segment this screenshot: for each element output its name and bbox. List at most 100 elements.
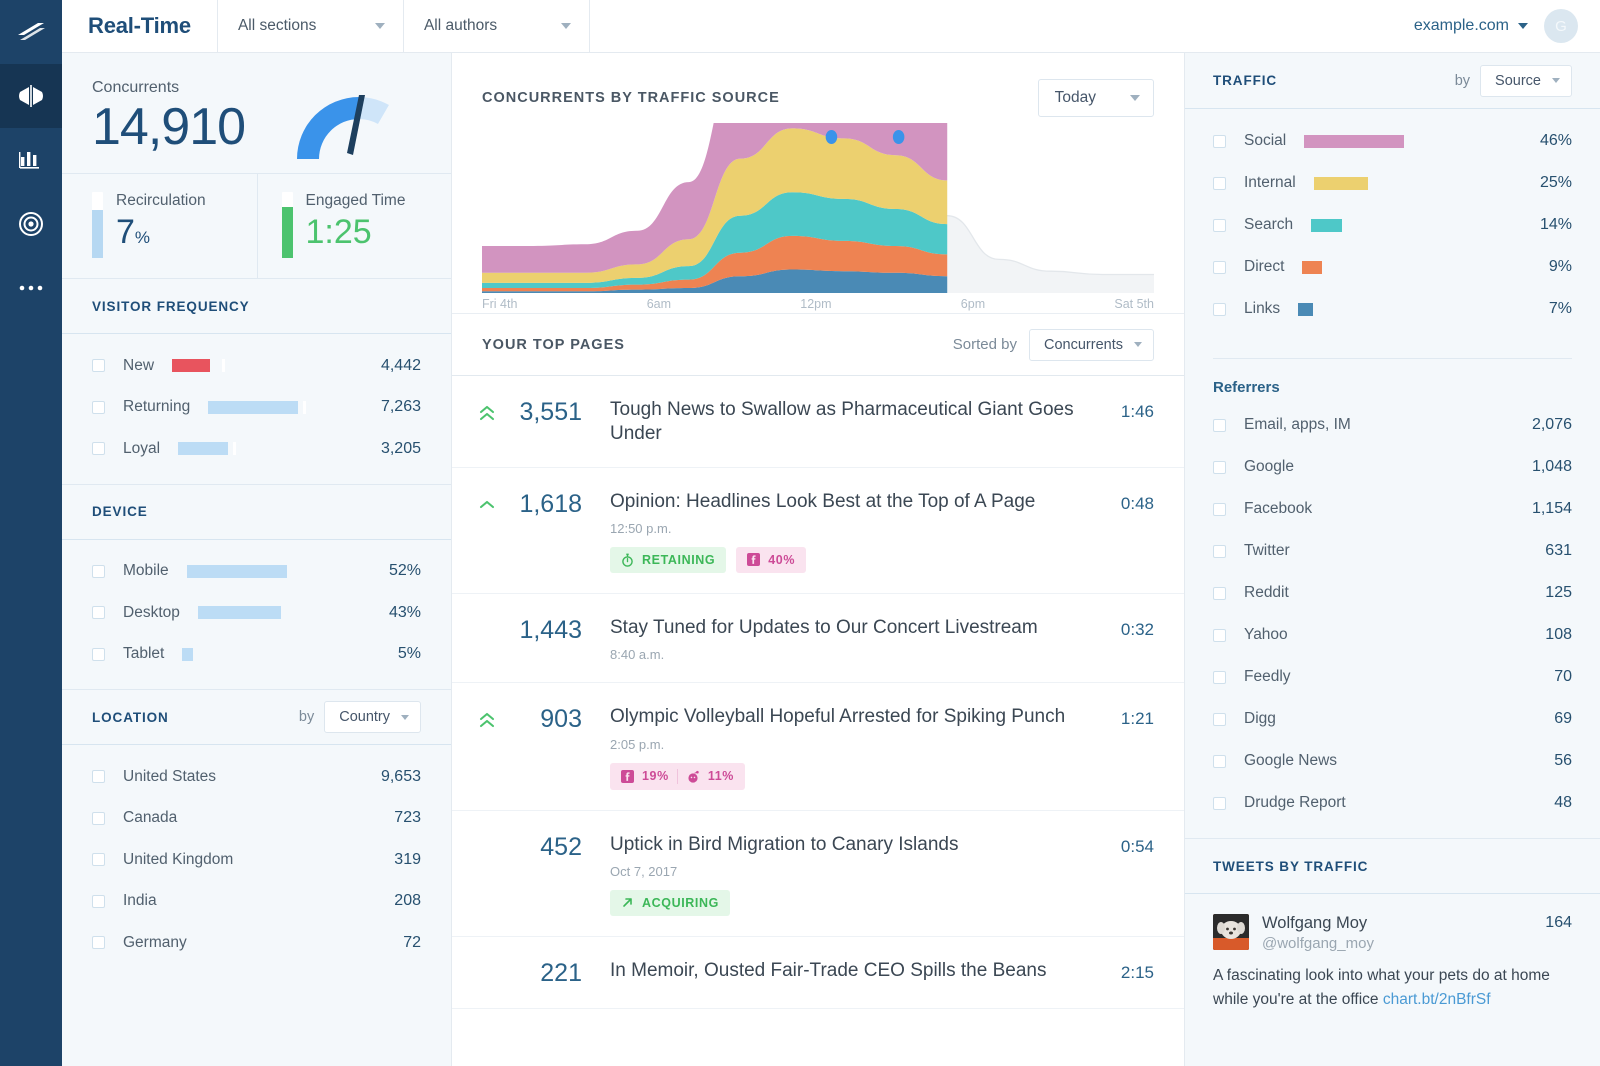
- row-checkbox[interactable]: [1213, 502, 1226, 516]
- referrer-row[interactable]: Drudge Report 48: [1185, 782, 1600, 824]
- right-sidebar: TRAFFIC by Source Social 46% Internal 25…: [1185, 53, 1600, 1066]
- row-checkbox[interactable]: [1213, 628, 1226, 642]
- row-checkbox[interactable]: [92, 400, 105, 414]
- row-checkbox[interactable]: [92, 564, 105, 578]
- row-checkbox[interactable]: [1213, 586, 1226, 600]
- referrer-row[interactable]: Facebook 1,154: [1185, 488, 1600, 530]
- concurrents-panel: Concurrents 14,910: [62, 53, 451, 173]
- row-checkbox[interactable]: [92, 442, 105, 456]
- location-row[interactable]: Germany 72: [62, 922, 451, 964]
- row-checkbox[interactable]: [1213, 302, 1226, 316]
- sections-filter-dropdown[interactable]: All sections: [218, 0, 404, 52]
- referrer-row[interactable]: Yahoo 108: [1185, 614, 1600, 656]
- row-label: Mobile: [123, 562, 169, 580]
- table-row[interactable]: 3,551 Tough News to Swallow as Pharmaceu…: [452, 376, 1184, 468]
- page-title-link[interactable]: Uptick in Bird Migration to Canary Islan…: [610, 833, 1103, 857]
- domain-switcher[interactable]: example.com: [1414, 17, 1528, 35]
- tweet-link[interactable]: chart.bt/2nBfrSf: [1383, 991, 1491, 1008]
- recirculation-bar: [92, 192, 103, 258]
- sort-dropdown[interactable]: Concurrents: [1029, 328, 1154, 361]
- referrer-row[interactable]: Reddit 125: [1185, 572, 1600, 614]
- row-label: Feedly: [1244, 668, 1291, 685]
- goals-icon[interactable]: [0, 192, 62, 256]
- location-row[interactable]: India 208: [62, 881, 451, 923]
- referrers-title: Referrers: [1213, 379, 1280, 396]
- row-checkbox[interactable]: [1213, 544, 1226, 558]
- referrer-row[interactable]: Google News 56: [1185, 740, 1600, 782]
- row-checkbox[interactable]: [1213, 418, 1226, 432]
- page-title-link[interactable]: In Memoir, Ousted Fair-Trade CEO Spills …: [610, 959, 1103, 983]
- row-checkbox[interactable]: [1213, 260, 1226, 274]
- more-icon[interactable]: [0, 256, 62, 320]
- visitor-frequency-row[interactable]: Loyal 3,205: [62, 428, 451, 470]
- chart-x-axis: Fri 4th 6am 12pm 6pm Sat 5th: [482, 293, 1154, 311]
- visitor-frequency-row[interactable]: Returning 7,263: [62, 387, 451, 429]
- traffic-row[interactable]: Search 14%: [1185, 204, 1600, 246]
- referrer-row[interactable]: Feedly 70: [1185, 656, 1600, 698]
- table-row[interactable]: 903 Olympic Volleyball Hopeful Arrested …: [452, 683, 1184, 811]
- row-checkbox[interactable]: [92, 811, 105, 825]
- badge-label: ACQUIRING: [642, 895, 719, 910]
- location-row[interactable]: Canada 723: [62, 798, 451, 840]
- device-row[interactable]: Desktop 43%: [62, 592, 451, 634]
- referrer-row[interactable]: Google 1,048: [1185, 446, 1600, 488]
- traffic-row[interactable]: Social 46%: [1185, 120, 1600, 162]
- row-checkbox[interactable]: [1213, 796, 1226, 810]
- row-checkbox[interactable]: [1213, 670, 1226, 684]
- row-label: Returning: [123, 398, 191, 416]
- list-item[interactable]: Wolfgang Moy @wolfgang_moy 164 A fascina…: [1185, 894, 1600, 1011]
- row-checkbox[interactable]: [1213, 134, 1226, 148]
- visitor-frequency-row[interactable]: New 4,442: [62, 345, 451, 387]
- table-row[interactable]: 221 In Memoir, Ousted Fair-Trade CEO Spi…: [452, 937, 1184, 1009]
- row-checkbox[interactable]: [92, 936, 105, 950]
- referrer-row[interactable]: Email, apps, IM 2,076: [1185, 404, 1600, 446]
- x-tick-label: Fri 4th: [482, 297, 518, 311]
- page-title-link[interactable]: Olympic Volleyball Hopeful Arrested for …: [610, 705, 1103, 729]
- row-checkbox[interactable]: [92, 853, 105, 867]
- traffic-row[interactable]: Links 7%: [1185, 288, 1600, 330]
- avatar[interactable]: G: [1544, 9, 1578, 43]
- location-row[interactable]: United States 9,653: [62, 756, 451, 798]
- row-bar: [180, 606, 359, 620]
- table-row[interactable]: 1,443 Stay Tuned for Updates to Our Conc…: [452, 594, 1184, 684]
- page-title-link[interactable]: Tough News to Swallow as Pharmaceutical …: [610, 398, 1103, 447]
- row-label: Email, apps, IM: [1244, 416, 1351, 433]
- row-checkbox[interactable]: [1213, 460, 1226, 474]
- authors-filter-dropdown[interactable]: All authors: [404, 0, 590, 52]
- traffic-header: TRAFFIC by Source: [1185, 53, 1600, 109]
- row-label: United States: [123, 767, 217, 785]
- chart-range-dropdown[interactable]: Today: [1037, 79, 1154, 117]
- row-checkbox[interactable]: [92, 770, 105, 784]
- row-checkbox[interactable]: [92, 359, 105, 373]
- logo-icon[interactable]: [0, 0, 62, 64]
- traffic-row[interactable]: Internal 25%: [1185, 162, 1600, 204]
- traffic-by-dropdown[interactable]: Source: [1480, 64, 1572, 97]
- row-checkbox[interactable]: [92, 894, 105, 908]
- traffic-row[interactable]: Direct 9%: [1185, 246, 1600, 288]
- referrer-row[interactable]: Digg 69: [1185, 698, 1600, 740]
- row-value: 7%: [1548, 300, 1572, 317]
- row-checkbox[interactable]: [1213, 712, 1226, 726]
- page-title-link[interactable]: Opinion: Headlines Look Best at the Top …: [610, 490, 1103, 514]
- row-checkbox[interactable]: [1213, 218, 1226, 232]
- device-row[interactable]: Tablet 5%: [62, 634, 451, 676]
- device-row[interactable]: Mobile 52%: [62, 551, 451, 593]
- left-sidebar: Concurrents 14,910 Recirculation 7% Enga…: [62, 53, 452, 1066]
- location-by-dropdown[interactable]: Country: [324, 701, 421, 733]
- row-checkbox[interactable]: [1213, 754, 1226, 768]
- row-checkbox[interactable]: [92, 647, 105, 661]
- table-row[interactable]: 1,618 Opinion: Headlines Look Best at th…: [452, 468, 1184, 594]
- arrow-up-right-icon: [623, 898, 632, 908]
- device-header: DEVICE: [62, 483, 451, 540]
- location-row[interactable]: United Kingdom 319: [62, 839, 451, 881]
- x-tick-label: 12pm: [800, 297, 832, 311]
- table-row[interactable]: 452 Uptick in Bird Migration to Canary I…: [452, 811, 1184, 937]
- row-label: Facebook: [1244, 500, 1313, 517]
- realtime-icon[interactable]: [0, 64, 62, 128]
- trend-up-icon: [479, 500, 495, 508]
- row-checkbox[interactable]: [92, 606, 105, 620]
- page-title-link[interactable]: Stay Tuned for Updates to Our Concert Li…: [610, 616, 1103, 640]
- referrer-row[interactable]: Twitter 631: [1185, 530, 1600, 572]
- analytics-icon[interactable]: [0, 128, 62, 192]
- row-checkbox[interactable]: [1213, 176, 1226, 190]
